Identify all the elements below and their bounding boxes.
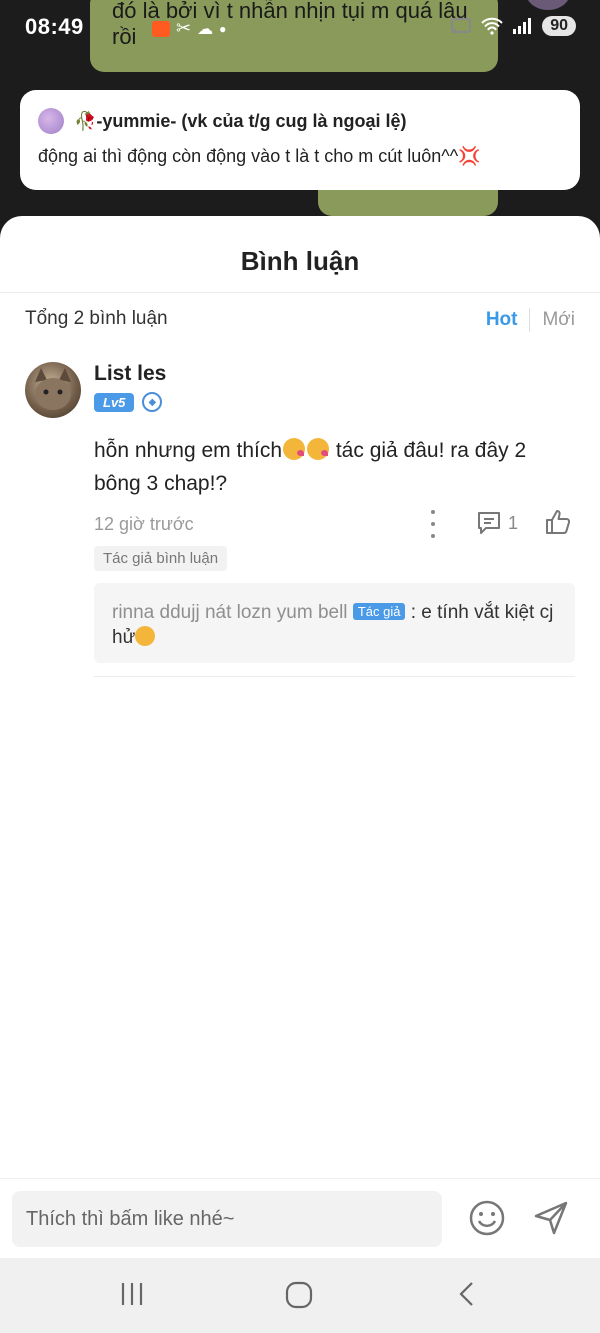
comment-input[interactable] <box>12 1191 442 1247</box>
notification-icons: ✂ ☁ ● <box>152 18 226 39</box>
emoji-icon[interactable] <box>468 1199 506 1237</box>
reply-username[interactable]: rinna ddujj nát lozn yum bell <box>112 602 348 623</box>
sort-hot-tab[interactable]: Hot <box>486 309 518 331</box>
notification-sender: 🥀-yummie- (vk của t/g cug là ngoại lệ) <box>74 110 407 131</box>
smile-emoji-icon <box>135 626 156 646</box>
comment-actions: 1 <box>420 508 580 540</box>
sort-tabs: Hot Mới <box>486 308 575 332</box>
like-icon[interactable] <box>544 508 572 536</box>
notification-message: động ai thì động còn động vào t là t cho… <box>38 146 481 166</box>
system-icons: 90 <box>450 16 576 36</box>
divider <box>0 292 600 293</box>
comment-icon <box>478 512 500 534</box>
comments-sheet: Bình luận Tổng 2 bình luận Hot Mới List … <box>0 216 600 1258</box>
home-icon[interactable] <box>284 1280 314 1310</box>
commenter-name[interactable]: List les <box>94 362 166 386</box>
capcut-icon: ✂ <box>176 18 192 38</box>
reply-count: 1 <box>508 512 519 533</box>
back-icon[interactable] <box>454 1280 480 1308</box>
message-notification[interactable]: 🥀-yummie- (vk của t/g cug là ngoại lệ) đ… <box>20 90 580 190</box>
notification-avatar <box>38 108 64 134</box>
drop-badge-icon: ◆ <box>142 392 163 412</box>
comment-total: Tổng 2 bình luận <box>25 308 168 329</box>
dot-icon: ● <box>219 21 227 36</box>
recent-apps-icon[interactable] <box>118 1280 146 1308</box>
comment-text: hỗn nhưng em thích tác giả đâu! ra đây 2… <box>94 434 564 500</box>
video-app-icon <box>152 20 170 37</box>
comment-text-part1: hỗn nhưng em thích <box>94 439 283 462</box>
comment-time: 12 giờ trước <box>94 514 194 534</box>
cast-icon <box>451 18 472 34</box>
wifi-icon <box>481 17 503 35</box>
level-badge: Lv5 <box>94 392 135 412</box>
sort-separator <box>529 308 531 332</box>
kiss-emoji-icon <box>307 438 330 460</box>
kiss-emoji-icon <box>283 438 306 460</box>
more-options-icon[interactable] <box>426 510 440 538</box>
navigation-bar <box>0 1258 600 1333</box>
status-time: 08:49 <box>25 14 84 39</box>
status-bar: 08:49 ✂ ☁ ● 90 <box>0 0 600 56</box>
commenter-avatar[interactable] <box>25 362 81 418</box>
send-icon[interactable] <box>532 1199 570 1237</box>
author-comment-tag: Tác giả bình luận <box>94 546 228 571</box>
battery-indicator: 90 <box>542 16 576 36</box>
comment-divider <box>94 676 575 677</box>
sheet-title: Bình luận <box>240 246 360 276</box>
comment-input-bar <box>0 1178 600 1259</box>
user-badges: Lv5 ◆ <box>94 392 163 412</box>
signal-icon <box>513 18 532 34</box>
reply-button[interactable]: 1 <box>476 510 518 536</box>
author-badge: Tác giả <box>352 603 406 620</box>
cloud-icon: ☁ <box>197 20 214 38</box>
reply-preview[interactable]: rinna ddujj nát lozn yum bell Tác giả : … <box>94 583 575 663</box>
sort-new-tab[interactable]: Mới <box>542 309 575 331</box>
